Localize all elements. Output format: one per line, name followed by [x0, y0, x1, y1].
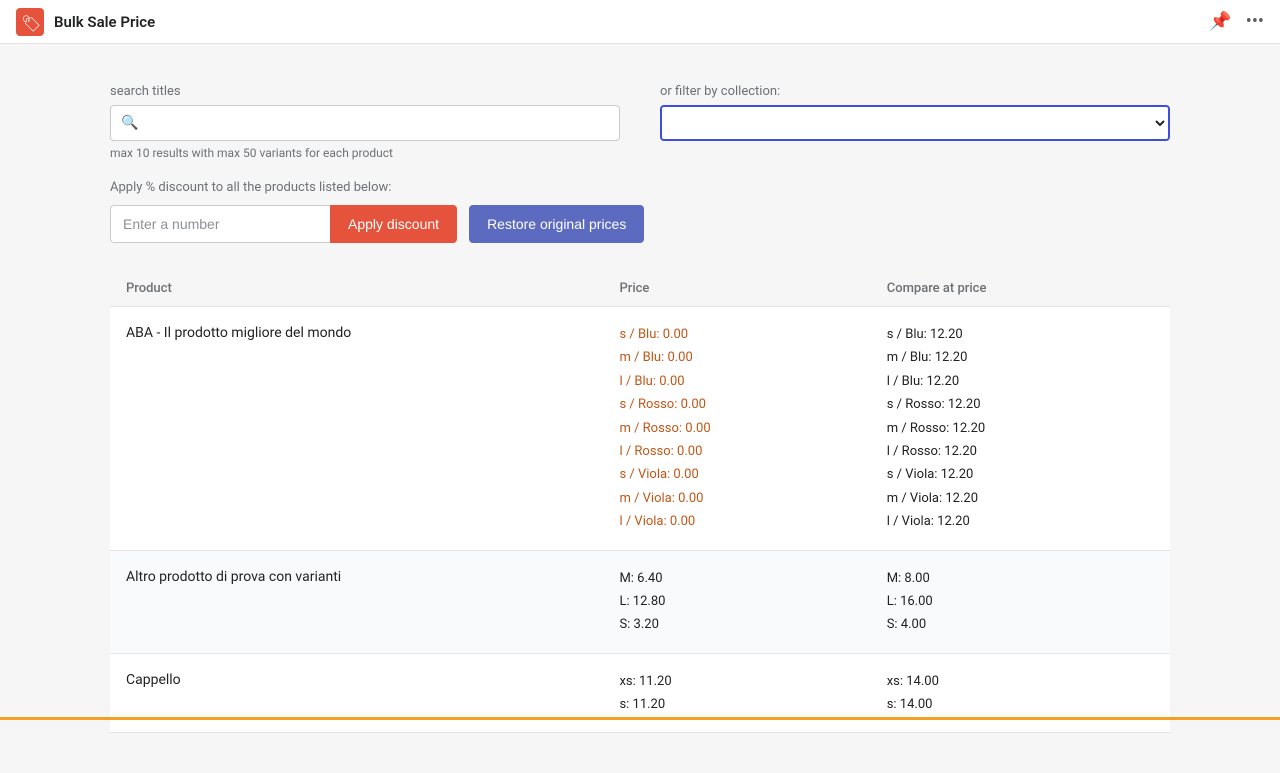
table-row: Altro prodotto di prova con variantiM: 6… [110, 551, 1170, 654]
price-variant-line: l / Blu: 0.00 [619, 370, 886, 393]
discount-row: Apply discount Restore original prices [110, 205, 1170, 243]
compare-variant-line: L: 16.00 [887, 590, 1154, 613]
topbar: 🏷 Bulk Sale Price 📌 ••• [0, 0, 1280, 44]
search-icon: 🔍 [121, 115, 138, 131]
product-rows: ABA - Il prodotto migliore del mondos / … [110, 307, 1170, 733]
compare-variant-line: s: 14.00 [887, 693, 1154, 716]
product-name: Cappello [126, 670, 619, 688]
table-row: ABA - Il prodotto migliore del mondos / … [110, 307, 1170, 551]
search-hint: max 10 results with max 50 variants for … [110, 146, 620, 160]
compare-list: s / Blu: 12.20m / Blu: 12.20l / Blu: 12.… [887, 323, 1154, 534]
price-list: M: 6.40L: 12.80S: 3.20 [619, 567, 886, 637]
price-variant-line: l / Rosso: 0.00 [619, 440, 886, 463]
price-variant-line: M: 6.40 [619, 567, 886, 590]
discount-input[interactable] [110, 205, 330, 243]
compare-variant-line: S: 4.00 [887, 613, 1154, 636]
price-variant-line: s / Rosso: 0.00 [619, 393, 886, 416]
compare-variant-line: xs: 14.00 [887, 670, 1154, 693]
pin-icon[interactable]: 📌 [1209, 11, 1231, 32]
price-variant-line: S: 3.20 [619, 613, 886, 636]
compare-variant-line: m / Rosso: 12.20 [887, 417, 1154, 440]
more-options-icon[interactable]: ••• [1246, 11, 1264, 32]
search-label: search titles [110, 84, 620, 99]
compare-variant-line: M: 8.00 [887, 567, 1154, 590]
compare-list: M: 8.00L: 16.00S: 4.00 [887, 567, 1154, 637]
price-variant-line: xs: 11.20 [619, 670, 886, 693]
compare-variant-line: l / Rosso: 12.20 [887, 440, 1154, 463]
table-row: Cappelloxs: 11.20s: 11.20xs: 14.00s: 14.… [110, 654, 1170, 734]
price-variant-line: m / Rosso: 0.00 [619, 417, 886, 440]
main-content: search titles 🔍 max 10 results with max … [50, 44, 1230, 773]
column-header-compare: Compare at price [887, 281, 1154, 296]
search-filter-row: search titles 🔍 max 10 results with max … [110, 84, 1170, 160]
app-logo-icon: 🏷 [16, 8, 44, 36]
compare-variant-line: m / Viola: 12.20 [887, 487, 1154, 510]
apply-discount-button[interactable]: Apply discount [330, 205, 457, 243]
compare-variant-line: l / Viola: 12.20 [887, 510, 1154, 533]
filter-column: or filter by collection: [660, 84, 1170, 141]
collection-select[interactable] [660, 105, 1170, 141]
price-variant-line: l / Viola: 0.00 [619, 510, 886, 533]
price-list: s / Blu: 0.00m / Blu: 0.00l / Blu: 0.00s… [619, 323, 886, 534]
price-variant-line: L: 12.80 [619, 590, 886, 613]
products-table-container: Product Price Compare at price ABA - Il … [110, 271, 1170, 733]
column-header-product: Product [126, 281, 619, 296]
topbar-left: 🏷 Bulk Sale Price [16, 8, 155, 36]
column-header-price: Price [619, 281, 886, 296]
compare-variant-line: m / Blu: 12.20 [887, 346, 1154, 369]
price-list: xs: 11.20s: 11.20 [619, 670, 886, 717]
filter-label: or filter by collection: [660, 84, 1170, 99]
price-variant-line: s / Viola: 0.00 [619, 463, 886, 486]
table-header: Product Price Compare at price [110, 271, 1170, 307]
product-name: Altro prodotto di prova con varianti [126, 567, 619, 585]
price-variant-line: m / Blu: 0.00 [619, 346, 886, 369]
search-input-wrapper: 🔍 [110, 105, 620, 141]
discount-label: Apply % discount to all the products lis… [110, 180, 1170, 195]
restore-prices-button[interactable]: Restore original prices [469, 205, 644, 243]
compare-variant-line: l / Blu: 12.20 [887, 370, 1154, 393]
discount-section: Apply % discount to all the products lis… [110, 180, 1170, 243]
product-name: ABA - Il prodotto migliore del mondo [126, 323, 619, 341]
compare-variant-line: s / Blu: 12.20 [887, 323, 1154, 346]
compare-list: xs: 14.00s: 14.00 [887, 670, 1154, 717]
app-title: Bulk Sale Price [54, 13, 155, 31]
search-column: search titles 🔍 max 10 results with max … [110, 84, 620, 160]
compare-variant-line: s / Viola: 12.20 [887, 463, 1154, 486]
price-variant-line: s: 11.20 [619, 693, 886, 716]
topbar-right: 📌 ••• [1209, 11, 1264, 32]
price-variant-line: m / Viola: 0.00 [619, 487, 886, 510]
price-variant-line: s / Blu: 0.00 [619, 323, 886, 346]
compare-variant-line: s / Rosso: 12.20 [887, 393, 1154, 416]
search-input[interactable] [138, 106, 609, 140]
svg-text:🏷: 🏷 [21, 14, 41, 33]
